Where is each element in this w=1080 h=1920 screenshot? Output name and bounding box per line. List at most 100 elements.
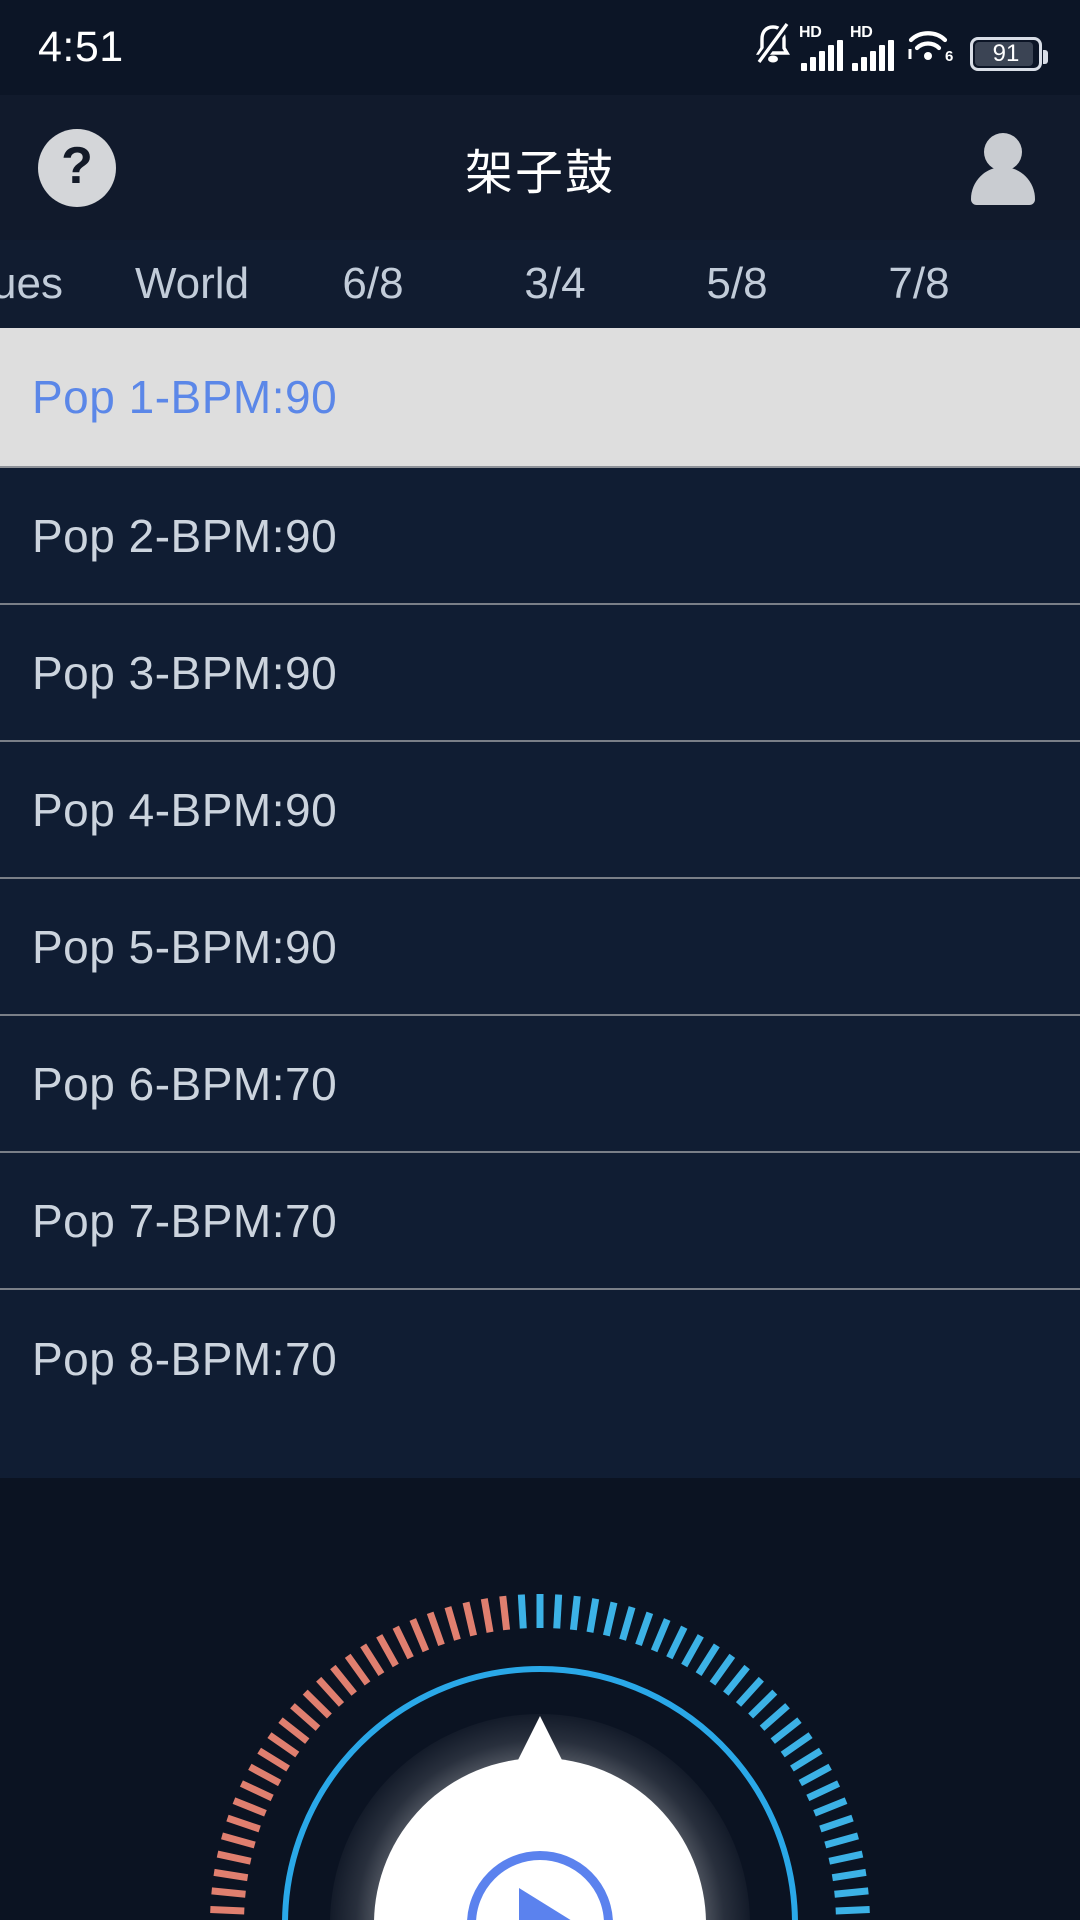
signal-bars [852, 39, 894, 71]
dial-tick [216, 1850, 252, 1865]
dial-tick [586, 1598, 600, 1633]
tempo-dial[interactable] [160, 1544, 920, 1920]
dial-tick [770, 1717, 802, 1744]
dial-tick [462, 1601, 478, 1637]
play-icon [519, 1888, 577, 1920]
help-icon[interactable]: ? [38, 128, 116, 207]
dial-tick [426, 1611, 445, 1647]
page-title: 架子鼓 [464, 146, 615, 200]
dial-tick [290, 1703, 321, 1731]
avatar-body [971, 166, 1035, 205]
tempo-dial-area [0, 1478, 1080, 1920]
list-item[interactable]: Pop 1-BPM:90 [0, 328, 1080, 468]
dial-tick [748, 1689, 778, 1719]
profile-icon[interactable] [964, 129, 1042, 207]
tab-6-8[interactable]: 6/8 [282, 240, 464, 328]
list-item-label: Pop 3-BPM:90 [32, 646, 338, 699]
hd-label: HD [799, 23, 822, 41]
tab-5-8[interactable]: 5/8 [646, 240, 828, 328]
dial-tick [790, 1747, 823, 1772]
list-item-label: Pop 1-BPM:90 [32, 371, 338, 423]
app-bar: ? 架子鼓 [0, 95, 1080, 240]
dial-tick [330, 1664, 357, 1696]
dial-tick [517, 1594, 527, 1629]
dial-tick [499, 1595, 511, 1631]
tab-blues[interactable]: ues [0, 240, 102, 328]
dial-tick [666, 1625, 688, 1660]
dial-tick [695, 1643, 720, 1676]
avatar-head [984, 132, 1022, 171]
dial-tick [681, 1634, 704, 1668]
dial-tick [210, 1905, 245, 1915]
list-item[interactable]: Pop 2-BPM:90 [0, 468, 1080, 605]
dial-tick [344, 1653, 371, 1686]
dial-tick [619, 1606, 636, 1641]
list-item[interactable]: Pop 5-BPM:90 [0, 879, 1080, 1016]
dial-tick [780, 1732, 813, 1758]
hd-label: HD [850, 23, 873, 41]
dial-tick [824, 1832, 859, 1849]
dial-tick [759, 1703, 790, 1731]
list-item-label: Pop 4-BPM:90 [32, 783, 338, 836]
dial-tick [480, 1598, 494, 1633]
list-item-label: Pop 2-BPM:90 [32, 509, 338, 562]
hd-signal-icon-1: HD [799, 23, 843, 71]
dial-tick [813, 1797, 848, 1817]
dial-tick [819, 1814, 854, 1833]
tab-3-4[interactable]: 3/4 [464, 240, 646, 328]
dial-tick [278, 1717, 310, 1744]
dial-tick [806, 1780, 841, 1802]
genre-tab-bar[interactable]: ues World 6/8 3/4 5/8 7/8 [0, 240, 1080, 328]
list-item-label: Pop 6-BPM:70 [32, 1057, 338, 1110]
dial-tick [409, 1618, 430, 1653]
dial-tick [723, 1664, 750, 1696]
list-item[interactable]: Pop 4-BPM:90 [0, 742, 1080, 879]
dial-tick [211, 1887, 246, 1898]
dial-tick [709, 1653, 736, 1686]
list-item-label: Pop 7-BPM:70 [32, 1194, 338, 1247]
battery-level: 91 [992, 39, 1020, 67]
dial-tick [444, 1606, 461, 1641]
dial-tick [248, 1763, 282, 1787]
hd-signal-icon-2: HD [850, 23, 894, 71]
dial-tick [828, 1850, 864, 1865]
dial-tick [553, 1594, 563, 1629]
status-icon-group: HD HD 6 91 [754, 20, 1048, 71]
battery-icon: 91 [970, 36, 1048, 71]
dial-tick [226, 1814, 261, 1833]
dial-tick [302, 1689, 332, 1719]
dial-tick [831, 1868, 867, 1882]
dial-tick [798, 1763, 832, 1787]
dial-tick [650, 1618, 671, 1653]
status-time: 4:51 [38, 23, 124, 71]
help-icon-glyph: ? [61, 137, 93, 195]
wifi-6-icon: 6 [907, 22, 957, 71]
dial-tick [376, 1634, 399, 1668]
dial-tick [213, 1868, 249, 1882]
list-item-label: Pop 5-BPM:90 [32, 920, 338, 973]
dial-tick [569, 1595, 581, 1631]
dial-tick [602, 1601, 618, 1637]
dial-tick [735, 1676, 764, 1707]
dial-tick [392, 1625, 414, 1660]
dial-tick [635, 1611, 654, 1647]
list-item[interactable]: Pop 6-BPM:70 [0, 1016, 1080, 1153]
dial-tick [232, 1797, 267, 1817]
status-bar: 4:51 HD HD 6 91 [0, 0, 1080, 95]
list-item[interactable]: Pop 8-BPM:70 [0, 1290, 1080, 1427]
dial-tick [360, 1643, 385, 1676]
dial-tick [239, 1780, 274, 1802]
tab-world[interactable]: World [102, 240, 282, 328]
rhythm-list[interactable]: Pop 1-BPM:90 Pop 2-BPM:90 Pop 3-BPM:90 P… [0, 328, 1080, 1478]
dial-tick [316, 1676, 345, 1707]
list-item[interactable]: Pop 7-BPM:70 [0, 1153, 1080, 1290]
list-item[interactable]: Pop 3-BPM:90 [0, 605, 1080, 742]
dial-tick [835, 1905, 870, 1915]
dial-pointer-icon [514, 1716, 566, 1768]
dial-tick [834, 1887, 869, 1898]
list-item-label: Pop 8-BPM:70 [32, 1332, 338, 1385]
svg-text:6: 6 [945, 48, 953, 65]
dial-tick [257, 1747, 290, 1772]
bell-muted-icon [754, 20, 792, 71]
tab-7-8[interactable]: 7/8 [828, 240, 1010, 328]
